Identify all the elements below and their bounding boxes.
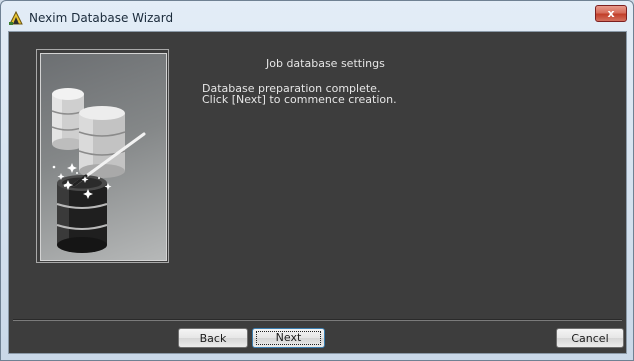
illustration-frame <box>36 49 169 263</box>
database-wand-illustration <box>51 88 146 253</box>
step-title: Job database settings <box>266 57 385 70</box>
next-button-label: Next <box>275 331 302 344</box>
title-bar[interactable]: Nexim Database Wizard x <box>1 1 633 31</box>
window-title: Nexim Database Wizard <box>29 11 174 25</box>
button-separator <box>13 319 622 321</box>
close-icon: x <box>607 7 615 20</box>
message-line-2: Click [Next] to commence creation. <box>202 93 397 106</box>
status-message: Database preparation complete. Click [Ne… <box>202 83 397 105</box>
database-cylinder-middle <box>78 106 126 178</box>
back-button[interactable]: Back <box>178 328 248 348</box>
illustration-panel <box>40 53 167 261</box>
next-button[interactable]: Next <box>252 328 325 348</box>
cancel-button[interactable]: Cancel <box>556 328 624 348</box>
close-button[interactable]: x <box>595 5 627 22</box>
wizard-window: Nexim Database Wizard x Job database set… <box>0 0 634 361</box>
wizard-content: Job database settings Database preparati… <box>8 31 627 354</box>
app-icon <box>9 10 23 25</box>
